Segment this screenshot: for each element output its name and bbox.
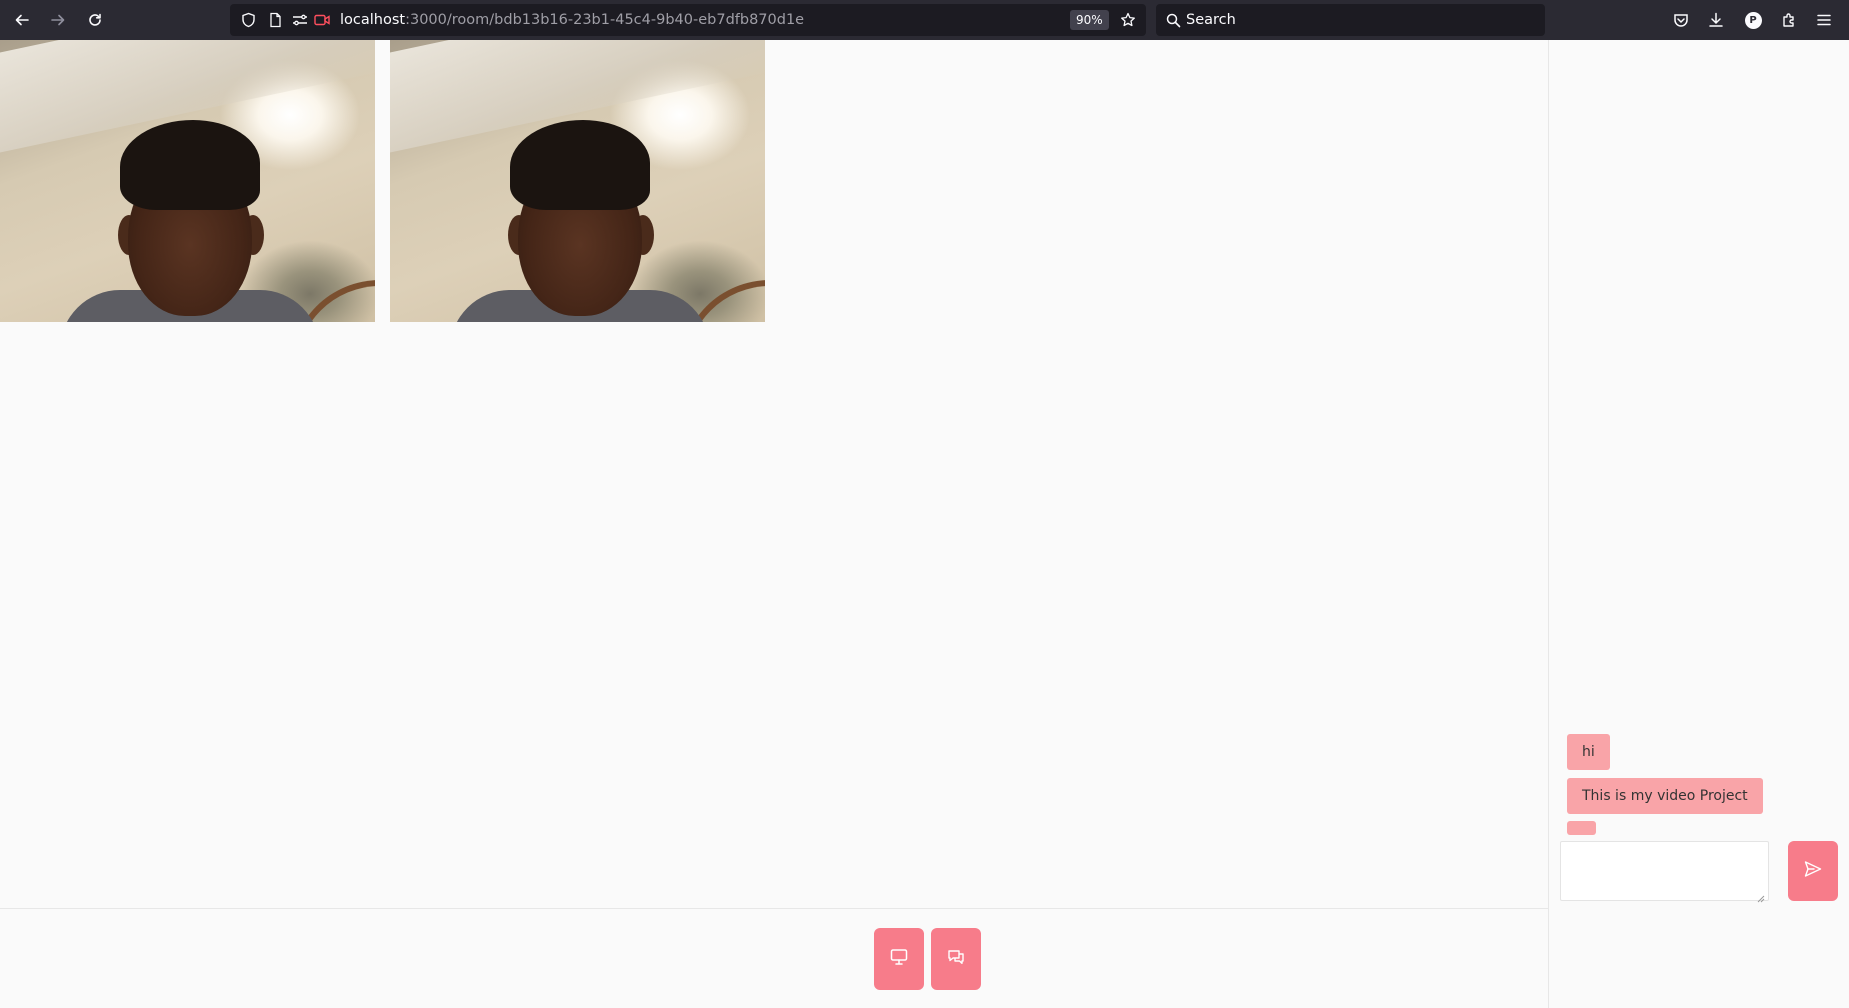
url-host: localhost — [340, 12, 406, 28]
monitor-icon — [889, 947, 909, 971]
chat-panel: hi This is my video Project — [1548, 40, 1849, 1008]
search-bar[interactable]: Search — [1156, 4, 1545, 36]
back-arrow-icon[interactable] — [6, 4, 38, 36]
chat-message-input[interactable] — [1560, 841, 1769, 901]
shield-icon[interactable] — [240, 12, 256, 28]
chat-toggle-button[interactable] — [931, 928, 981, 990]
video-room-page: hi This is my video Project — [0, 40, 1849, 1008]
call-controls-bar — [0, 908, 1548, 1008]
zoom-level-badge[interactable]: 90% — [1070, 10, 1109, 30]
url-bar[interactable]: localhost:3000/room/bdb13b16-23b1-45c4-9… — [230, 4, 1146, 36]
send-icon — [1803, 859, 1823, 883]
hamburger-menu-icon[interactable] — [1808, 4, 1840, 36]
pocket-icon[interactable] — [1665, 4, 1697, 36]
url-text[interactable]: localhost:3000/room/bdb13b16-23b1-45c4-9… — [340, 4, 804, 36]
search-placeholder: Search — [1186, 12, 1236, 28]
star-icon[interactable] — [1120, 12, 1136, 28]
video-tile-local — [0, 40, 375, 322]
search-icon — [1165, 12, 1181, 28]
person-hair — [510, 120, 650, 210]
forward-arrow-icon[interactable] — [42, 4, 74, 36]
page-icon[interactable] — [267, 12, 283, 28]
puzzle-icon[interactable] — [1773, 4, 1805, 36]
video-tile-remote — [390, 40, 765, 322]
camera-sharing-icon[interactable] — [314, 12, 330, 28]
textarea-resize-grip[interactable] — [1755, 888, 1765, 903]
video-grid — [0, 40, 1548, 908]
screen-share-button[interactable] — [874, 928, 924, 990]
chat-message: This is my video Project — [1567, 778, 1763, 814]
url-path: :3000/room/bdb13b16-23b1-45c4-9b40-eb7df… — [405, 12, 805, 28]
browser-toolbar: localhost:3000/room/bdb13b16-23b1-45c4-9… — [0, 0, 1849, 40]
send-button[interactable] — [1788, 841, 1838, 901]
permissions-icon[interactable] — [292, 12, 308, 28]
chat-message: hi — [1567, 734, 1610, 770]
download-icon[interactable] — [1700, 4, 1732, 36]
chat-message-empty — [1567, 821, 1596, 835]
profile-initial: P — [1744, 11, 1762, 29]
person-hair — [120, 120, 260, 210]
chat-bubbles-icon — [946, 947, 966, 971]
account-avatar-icon[interactable]: P — [1737, 4, 1769, 36]
reload-icon[interactable] — [79, 4, 111, 36]
